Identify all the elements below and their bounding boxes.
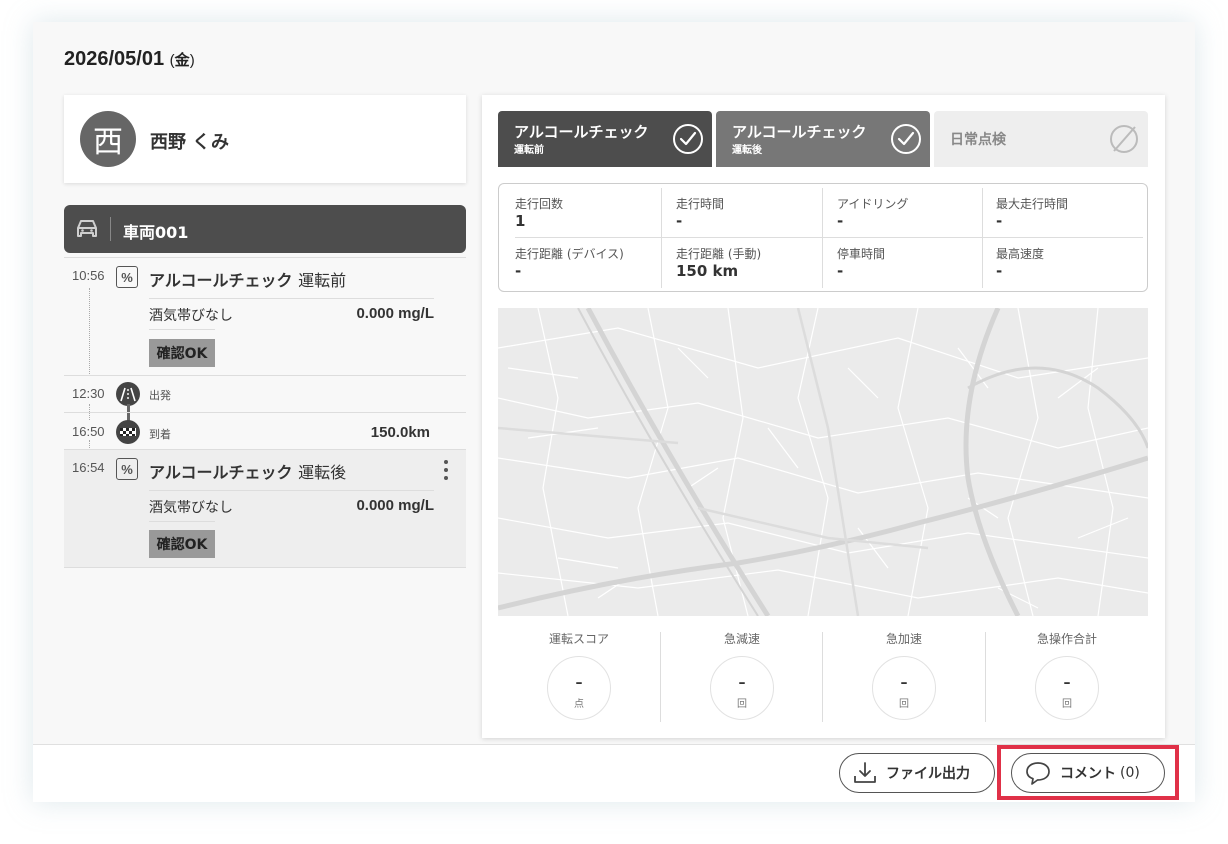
none-icon [1110,125,1138,153]
day-of-week: (金) [169,52,195,69]
event-title: アルコールチェック 運転後 [149,463,347,482]
status-badge: 確認OK [149,339,215,367]
check-circle-icon [673,124,703,154]
arrival-label: 到着 [149,428,171,441]
road-icon [116,382,140,406]
departure-time: 12:30 [72,386,105,401]
divider [661,188,662,288]
alcohol-value: 0.000 mg/L [356,497,434,514]
divider [149,521,215,522]
arrival-time: 16:50 [72,424,105,439]
divider [822,188,823,288]
event-time: 10:56 [72,268,105,283]
more-options-icon[interactable] [443,460,449,480]
stat-max-speed: 最高速度 - [996,247,1045,280]
stat-drive-time: 走行時間 - [676,197,725,230]
report-date: 2026/05/01 [64,48,165,70]
event-time: 16:54 [72,460,105,475]
percent-icon: % [116,458,138,480]
distance-value: 150.0km [370,424,430,441]
download-icon [854,762,876,783]
tab-daily-inspection[interactable]: 日常点検 [934,111,1148,167]
highlight-box [997,745,1179,800]
stat-trip-count: 走行回数 1 [515,197,564,230]
divider [982,188,983,288]
export-label: ファイル出力 [886,766,970,782]
divider [64,257,466,258]
score-hard-braking: 急減速 – 回 [661,626,823,726]
export-file-button[interactable]: ファイル出力 [839,753,995,793]
departure-label: 出発 [149,389,171,402]
trip-stats: 走行回数 1 走行時間 - アイドリング - 最大走行時間 - 走行距離 (デバイス) -… [498,183,1148,292]
divider [64,412,466,413]
divider [64,567,466,568]
divider [149,329,215,330]
check-circle-icon [891,124,921,154]
timeline-connector [89,288,90,376]
map-streets [498,308,1148,616]
stat-max-drive-time: 最大走行時間 - [996,197,1069,230]
result-label: 酒気帯びなし [149,500,233,516]
stat-distance-device: 走行距離 (デバイス) - [515,247,624,280]
vehicle-header[interactable]: 車両001 [64,205,466,253]
route-map[interactable] [498,308,1148,616]
driver-name: 西野 くみ [150,132,229,153]
car-icon [77,220,97,237]
divider [149,490,434,491]
tab-alcohol-before[interactable]: アルコールチェック 運転前 [498,111,712,167]
percent-icon: % [116,266,138,288]
divider [110,217,111,241]
divider [149,298,434,299]
stat-idling: アイドリング - [837,197,909,230]
status-badge: 確認OK [149,530,215,558]
score-hard-acceleration: 急加速 – 回 [823,626,985,726]
result-label: 酒気帯びなし [149,308,233,324]
page-title: 2026/05/01 (金) [64,48,195,71]
alcohol-value: 0.000 mg/L [356,305,434,322]
stat-distance-manual: 走行距離 (手動) 150 km [676,247,762,280]
tab-alcohol-after[interactable]: アルコールチェック 運転後 [716,111,930,167]
stat-stop-time: 停車時間 - [837,247,886,280]
vehicle-name: 車両001 [123,223,189,242]
divider [64,449,466,450]
driver-card: 西 西野 くみ [64,95,466,183]
checkered-flag-icon [116,420,140,444]
score-driving: 運転スコア – 点 [498,626,660,726]
avatar: 西 [80,111,136,167]
event-title: アルコールチェック 運転前 [149,271,347,290]
score-total-harsh: 急操作合計 – 回 [986,626,1148,726]
divider [64,375,466,376]
